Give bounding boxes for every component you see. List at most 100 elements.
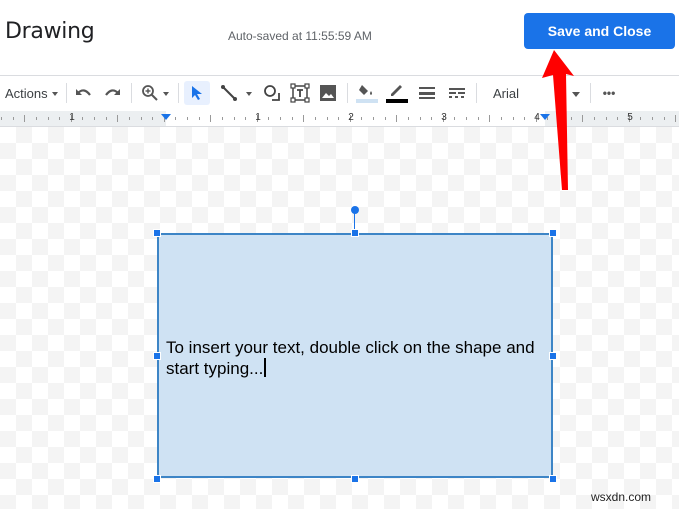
header: Drawing Auto-saved at 11:55:59 AM Save a… [0,0,679,76]
ruler-tick [117,115,119,122]
font-name: Arial [493,85,520,101]
right-indent-marker[interactable] [540,114,550,120]
ruler-tick [373,117,374,120]
resize-handle-top-right[interactable] [549,229,557,237]
ruler-tick [35,117,37,120]
ruler-label: 3 [441,112,447,123]
border-dash-icon [449,88,465,98]
ruler-tick [640,117,642,120]
border-weight-icon [419,87,435,99]
ruler-tick [407,117,409,120]
undo-button[interactable] [74,81,94,105]
ruler-label: 2 [348,112,354,123]
ruler-tick [605,117,607,120]
line-icon [221,85,237,101]
ruler-tick [500,117,502,120]
resize-handle-right[interactable] [549,352,557,360]
toolbar: Actions Arial ••• [0,76,679,109]
text-box-button[interactable] [290,81,310,105]
ruler-tick [105,117,107,120]
ruler-tick [570,117,572,120]
ruler-tick [593,117,595,120]
ruler-tick [361,117,363,120]
redo-button[interactable] [102,81,122,105]
rotation-handle[interactable] [351,206,359,214]
ruler-tick [431,117,433,120]
ruler-tick [652,117,653,120]
ruler-label: 1 [255,112,261,123]
ruler-tick [291,117,293,120]
ruler-tick [245,117,247,120]
autosave-status: Auto-saved at 11:55:59 AM [228,29,372,43]
zoom-icon [142,85,158,101]
ruler-label: 5 [627,112,633,123]
ruler-tick [187,117,188,120]
undo-icon [76,89,91,96]
watermark: wsxdn.com [591,490,652,504]
resize-handle-top[interactable] [351,229,359,237]
actions-label: Actions [5,85,48,101]
ruler-tick [384,117,386,120]
chevron-down-icon [246,92,252,96]
shape-text[interactable]: To insert your text, double click on the… [166,337,546,379]
ruler-tick [454,117,456,120]
fill-color-icon [359,85,372,95]
text-box-icon [290,83,310,103]
text-cursor [264,358,267,377]
zoom-button[interactable] [139,81,171,105]
ruler-label: 4 [534,112,540,123]
select-button[interactable] [184,81,210,105]
font-dropdown-button[interactable] [570,81,582,105]
page-title: Drawing [5,19,95,44]
chevron-down-icon [163,92,169,96]
image-button[interactable] [318,81,338,105]
toolbar-divider [347,83,348,103]
border-color-button[interactable] [385,81,409,105]
ruler-tick [466,117,467,120]
ruler-tick [396,115,398,122]
ruler-tick [582,115,584,122]
ruler-tick [303,115,305,122]
more-button[interactable]: ••• [598,81,620,105]
ruler-tick [221,117,223,120]
ruler-tick [268,117,270,120]
ruler-label: 1 [69,112,75,123]
fill-color-button[interactable] [355,81,379,105]
resize-handle-top-left[interactable] [153,229,161,237]
resize-handle-bottom[interactable] [351,475,359,483]
ruler: 1 1 2 3 4 5 [0,111,679,127]
ruler-tick [524,117,526,120]
chevron-down-icon [51,92,58,96]
ruler-tick [12,117,14,120]
border-dash-button[interactable] [447,81,467,105]
left-indent-marker[interactable] [161,114,171,120]
ruler-tick [140,117,142,120]
ruler-tick [280,117,281,120]
ruler-tick [1,117,2,120]
actions-menu[interactable]: Actions [5,81,58,105]
ruler-tick [512,117,514,120]
ruler-tick [94,117,95,120]
border-weight-button[interactable] [417,81,437,105]
ruler-tick [617,117,619,120]
ruler-tick [338,117,340,120]
ruler-tick [489,115,491,122]
chevron-down-icon [572,91,580,97]
resize-handle-bottom-right[interactable] [549,475,557,483]
ruler-tick [477,117,479,120]
shape-button[interactable] [262,81,282,105]
line-button[interactable] [216,81,256,105]
resize-handle-left[interactable] [153,352,161,360]
more-icon: ••• [602,86,616,100]
ruler-tick [175,117,177,120]
ruler-tick [198,117,200,120]
ruler-tick [59,117,61,120]
save-and-close-button[interactable]: Save and Close [524,13,675,49]
border-color-swatch [386,99,408,103]
ruler-tick [47,117,49,120]
resize-handle-bottom-left[interactable] [153,475,161,483]
fill-color-swatch [356,99,378,103]
ruler-tick [314,117,316,120]
ruler-tick [675,115,677,122]
ruler-tick [233,117,235,120]
